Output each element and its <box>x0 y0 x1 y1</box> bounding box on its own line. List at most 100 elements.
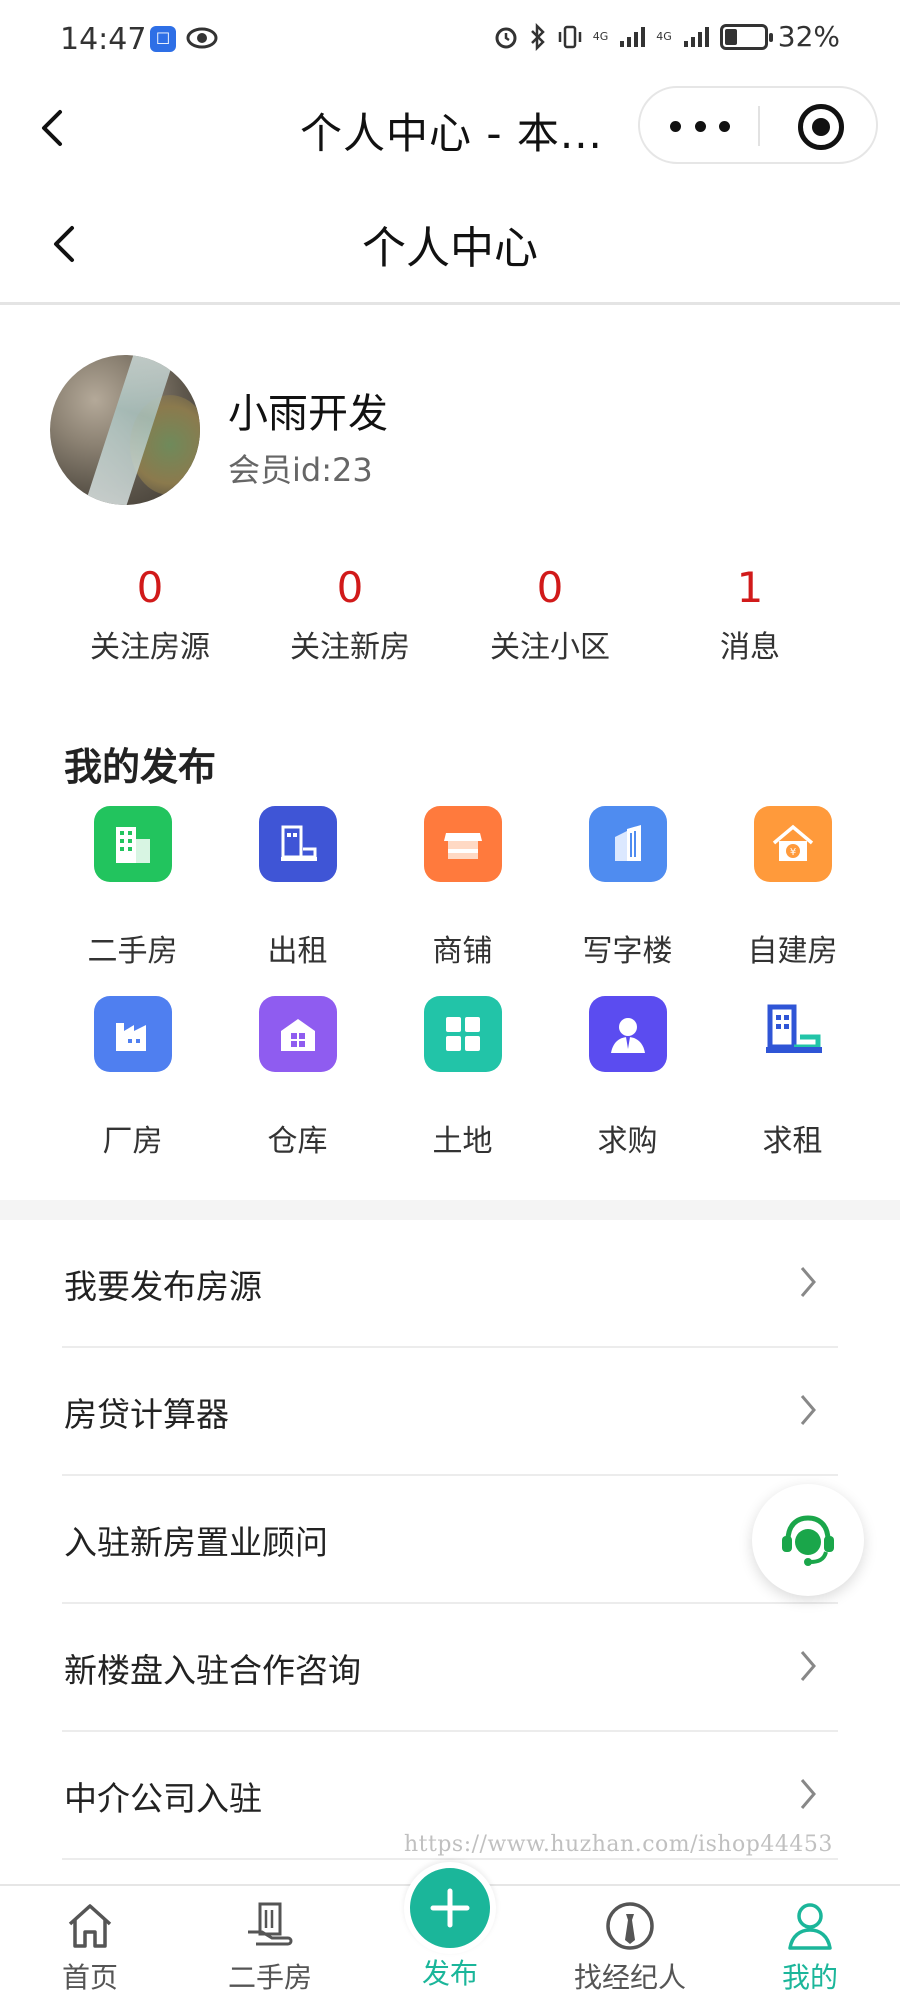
menu-item-label: 我要发布房源 <box>64 1267 262 1306</box>
stats-row: 0 关注房源 0 关注新房 0 关注小区 1 消息 <box>50 560 850 670</box>
publish-item-warehouse[interactable]: 仓库 <box>215 990 380 1160</box>
close-icon[interactable] <box>798 104 844 150</box>
publish-item-rent-request[interactable]: 求租 <box>710 990 875 1160</box>
avatar[interactable] <box>50 355 200 505</box>
publish-item-label: 商铺 <box>432 934 493 969</box>
building-icon <box>93 806 172 882</box>
publish-item-self-built[interactable]: ¥ 自建房 <box>710 800 875 970</box>
menu-item-publish-listing[interactable]: 我要发布房源 <box>62 1220 838 1348</box>
customer-service-button[interactable] <box>752 1484 864 1596</box>
tab-label: 我的 <box>781 1961 838 1994</box>
status-indicators: 4G 4G 32% <box>493 20 840 53</box>
user-icon <box>788 1903 832 1950</box>
stat-label: 关注房源 <box>90 630 210 665</box>
tab-mine[interactable]: 我的 <box>720 1886 900 2000</box>
battery-icon <box>719 23 773 50</box>
battery-percent: 32% <box>777 20 840 53</box>
stat-label: 关注小区 <box>490 630 610 665</box>
publish-item-label: 仓库 <box>267 1124 328 1159</box>
secondhand-house-icon <box>248 1902 293 1946</box>
publish-item-label: 求租 <box>762 1124 823 1159</box>
menu-item-label: 中介公司入驻 <box>64 1779 262 1818</box>
vibrate-icon <box>558 25 581 48</box>
page-header: 个人中心 <box>0 190 900 305</box>
network-type-2: 4G <box>656 29 672 43</box>
status-time: 14:47 <box>60 22 147 57</box>
member-id: 会员id:23 <box>228 451 373 489</box>
status-bar: 14:47 ☐ 4G 4G 32% <box>0 0 900 78</box>
office-icon <box>588 806 667 882</box>
rent-icon <box>258 806 337 882</box>
shop-icon <box>423 806 502 882</box>
network-type-1: 4G <box>592 29 609 43</box>
chevron-right-icon <box>800 1267 816 1297</box>
publish-item-shop[interactable]: 商铺 <box>380 800 545 970</box>
tab-label: 发布 <box>421 1957 478 1990</box>
stat-label: 消息 <box>720 630 780 665</box>
chevron-right-icon <box>800 1651 816 1681</box>
publish-button[interactable] <box>404 1862 496 1954</box>
headset-icon <box>782 1515 834 1566</box>
menu-item-join-consultant[interactable]: 入驻新房置业顾问 <box>62 1476 838 1604</box>
stat-messages[interactable]: 1 消息 <box>650 560 850 670</box>
notification-app-icon: ☐ <box>150 26 176 52</box>
section-divider <box>0 1200 900 1220</box>
stat-value: 1 <box>736 563 764 612</box>
eye-icon <box>186 27 218 49</box>
capsule-menu <box>638 86 878 164</box>
menu-item-label: 新楼盘入驻合作咨询 <box>64 1651 361 1690</box>
menu-item-mortgage-calculator[interactable]: 房贷计算器 <box>62 1348 838 1476</box>
warehouse-icon <box>258 996 337 1072</box>
agent-icon <box>606 1902 654 1950</box>
publish-grid: 二手房 出租 商铺 写字楼 ¥ 自建房 厂房 仓库 土地 求购 求租 <box>50 800 875 1160</box>
publish-item-label: 厂房 <box>102 1124 163 1159</box>
bluetooth-icon <box>530 22 545 51</box>
home-icon <box>68 1904 112 1948</box>
signal-icon-1 <box>620 26 646 47</box>
chevron-right-icon <box>800 1395 816 1425</box>
chevron-right-icon <box>800 1779 816 1809</box>
publish-item-factory[interactable]: 厂房 <box>50 990 215 1160</box>
tab-find-agent[interactable]: 找经纪人 <box>540 1886 720 2000</box>
publish-item-office[interactable]: 写字楼 <box>545 800 710 970</box>
publish-item-rent[interactable]: 出租 <box>215 800 380 970</box>
publish-item-label: 土地 <box>432 1124 493 1159</box>
watermark: https://www.huzhan.com/ishop44453 <box>404 1832 833 1857</box>
publish-item-land[interactable]: 土地 <box>380 990 545 1160</box>
publish-item-label: 求购 <box>597 1124 658 1159</box>
publish-item-buy-request[interactable]: 求购 <box>545 990 710 1160</box>
more-icon[interactable] <box>670 110 730 142</box>
battery-level <box>724 28 737 45</box>
menu-item-developer-cooperation[interactable]: 新楼盘入驻合作咨询 <box>62 1604 838 1732</box>
tab-label: 二手房 <box>227 1961 312 1994</box>
tab-home[interactable]: 首页 <box>0 1886 180 2000</box>
tenant-icon <box>754 996 832 1072</box>
stat-followed-communities[interactable]: 0 关注小区 <box>450 560 650 670</box>
user-name: 小雨开发 <box>228 391 388 437</box>
mini-program-nav: 个人中心 - 本... <box>0 78 900 178</box>
signal-icon-2 <box>683 26 709 47</box>
publish-item-label: 自建房 <box>747 934 838 969</box>
stat-followed-listings[interactable]: 0 关注房源 <box>50 560 250 670</box>
publish-item-label: 二手房 <box>87 934 178 969</box>
publish-item-label: 出租 <box>267 934 328 969</box>
stat-label: 关注新房 <box>290 630 410 665</box>
mini-program-title: 个人中心 - 本... <box>300 109 603 158</box>
back-icon[interactable] <box>28 100 78 156</box>
stat-followed-new-homes[interactable]: 0 关注新房 <box>250 560 450 670</box>
page-title: 个人中心 <box>362 223 538 274</box>
my-publish-title: 我的发布 <box>64 745 217 789</box>
tab-label: 首页 <box>61 1961 118 1994</box>
stat-value: 0 <box>536 563 564 612</box>
profile-card[interactable]: 小雨开发 会员id:23 <box>50 355 850 510</box>
menu-list: 我要发布房源 房贷计算器 入驻新房置业顾问 新楼盘入驻合作咨询 中介公司入驻 <box>62 1220 838 1860</box>
stat-value: 0 <box>336 563 364 612</box>
land-icon <box>423 996 502 1072</box>
publish-item-secondhand[interactable]: 二手房 <box>50 800 215 970</box>
stat-value: 0 <box>136 563 164 612</box>
svg-text:¥: ¥ <box>789 847 795 858</box>
menu-item-label: 房贷计算器 <box>64 1395 229 1434</box>
tab-secondhand[interactable]: 二手房 <box>180 1886 360 2000</box>
capsule-divider <box>758 106 760 146</box>
publish-item-label: 写字楼 <box>582 934 673 969</box>
